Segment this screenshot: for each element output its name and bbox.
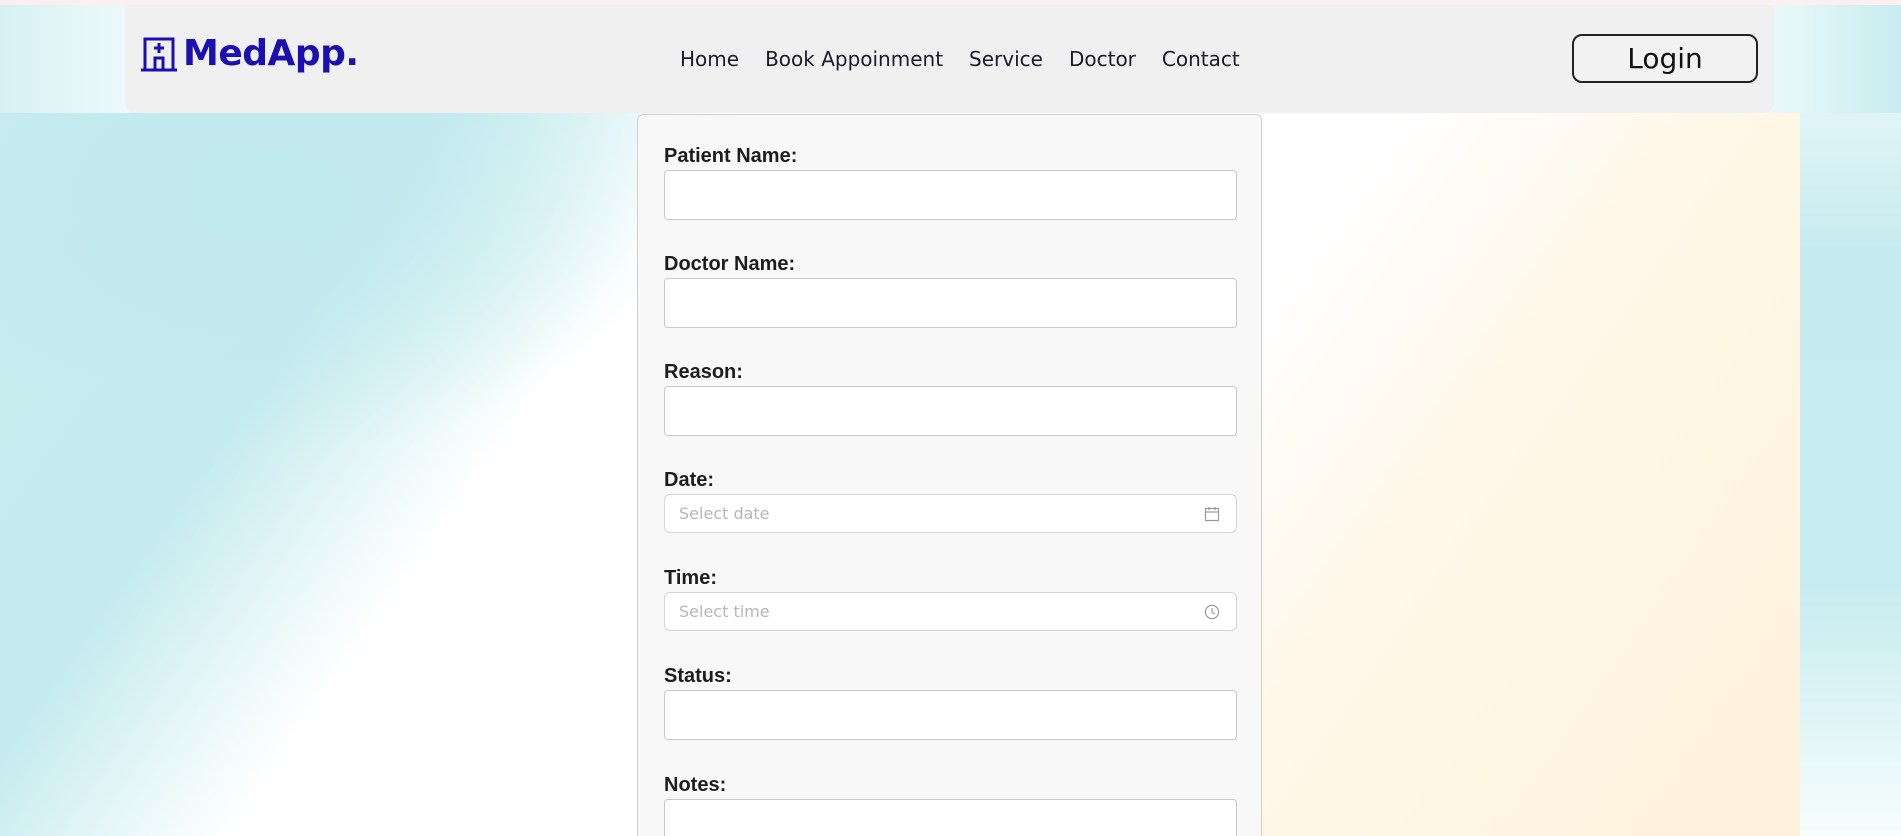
notes-input[interactable]	[664, 799, 1237, 836]
clock-icon	[1202, 602, 1222, 622]
reason-input[interactable]	[664, 386, 1237, 436]
date-picker[interactable]: Select date	[664, 494, 1237, 533]
brand-logo[interactable]: MedApp.	[141, 33, 359, 74]
patient-name-label: Patient Name:	[664, 145, 798, 167]
status-input[interactable]	[664, 690, 1237, 740]
time-picker[interactable]: Select time	[664, 592, 1237, 631]
calendar-icon	[1202, 504, 1222, 524]
nav-link-doctor[interactable]: Doctor	[1069, 47, 1136, 71]
login-button[interactable]: Login	[1572, 34, 1758, 83]
patient-name-input[interactable]	[664, 170, 1237, 220]
status-label: Status:	[664, 665, 732, 687]
hospital-icon	[141, 36, 177, 72]
appointment-form: Patient Name: Doctor Name: Reason: Date:…	[637, 114, 1262, 836]
nav-link-book-appointment[interactable]: Book Appoinment	[765, 47, 943, 71]
doctor-name-input[interactable]	[664, 278, 1237, 328]
doctor-name-label: Doctor Name:	[664, 253, 796, 275]
nav-link-service[interactable]: Service	[969, 47, 1043, 71]
navbar: MedApp. Home Book Appoinment Service Doc…	[125, 5, 1774, 113]
nav-link-contact[interactable]: Contact	[1162, 47, 1240, 71]
date-label: Date:	[664, 469, 715, 491]
date-placeholder: Select date	[679, 504, 770, 523]
brand-name: MedApp.	[183, 33, 359, 74]
time-label: Time:	[664, 567, 717, 589]
time-placeholder: Select time	[679, 602, 770, 621]
page-background-right	[1800, 5, 1901, 836]
notes-label: Notes:	[664, 774, 727, 796]
nav-link-home[interactable]: Home	[680, 47, 739, 71]
nav-links: Home Book Appoinment Service Doctor Cont…	[680, 47, 1266, 71]
reason-label: Reason:	[664, 361, 743, 383]
